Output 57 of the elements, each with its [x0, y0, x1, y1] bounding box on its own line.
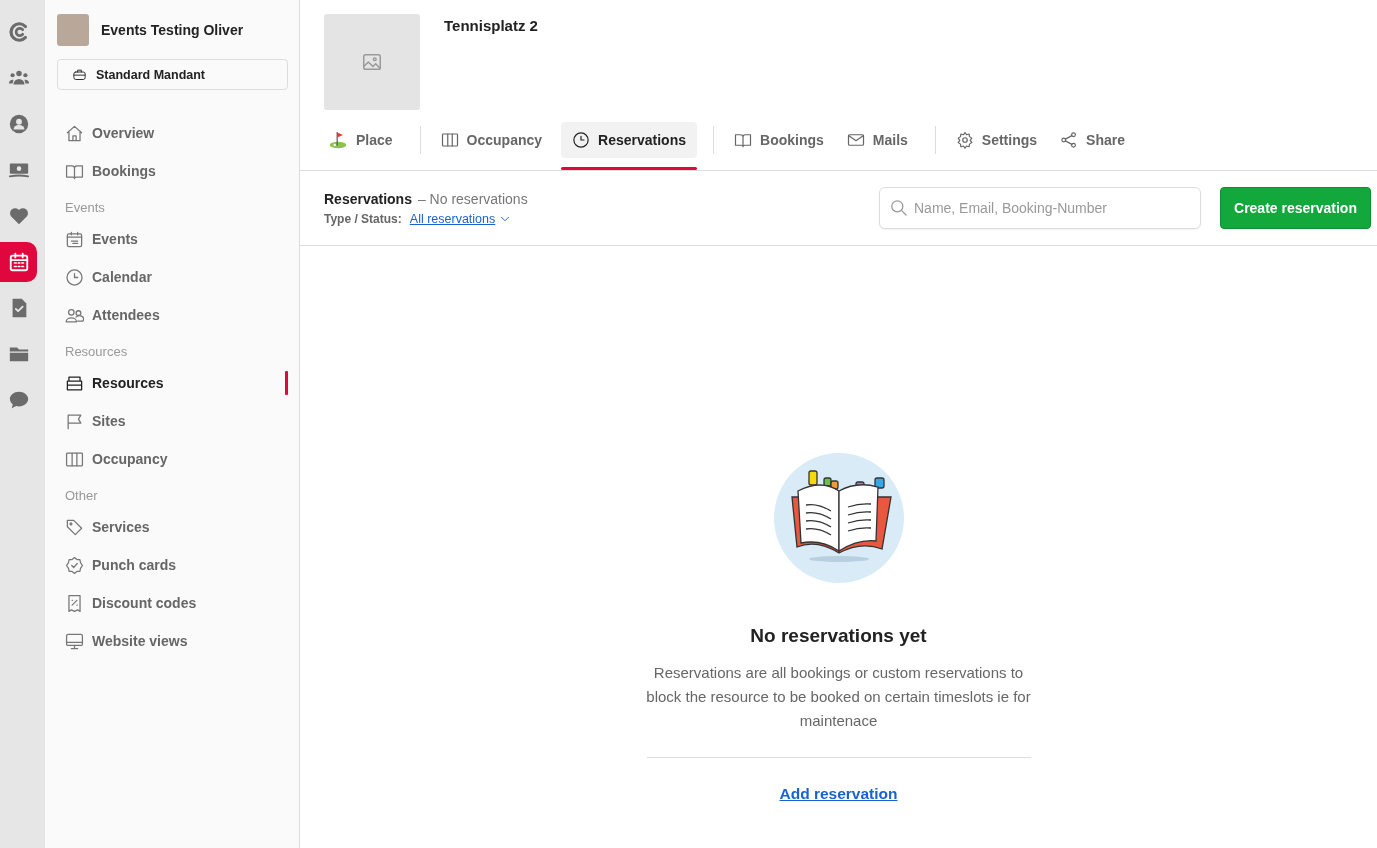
heart-icon	[7, 205, 30, 227]
tab[interactable]: Place	[324, 122, 404, 158]
search-icon	[889, 198, 908, 217]
sidebar-item[interactable]: Services	[57, 508, 288, 546]
tab[interactable]: Settings	[951, 122, 1049, 158]
sidebar-item[interactable]: Sites	[57, 402, 288, 440]
sidebar-item[interactable]: Attendees	[57, 296, 288, 334]
image-icon	[361, 51, 383, 73]
envelope-icon	[846, 131, 865, 149]
tag-icon	[65, 517, 84, 537]
list-heading: Reservations	[324, 190, 412, 207]
sidebar-item[interactable]: Discount codes	[57, 584, 288, 622]
section-label: Resources	[64, 343, 129, 361]
section-label: Other	[64, 487, 99, 505]
chat-icon	[7, 389, 30, 411]
receipt-percent-icon	[65, 593, 84, 613]
sidebar-item[interactable]: Resources	[57, 364, 288, 402]
golf-flag-icon	[328, 130, 348, 150]
sidebar-item[interactable]: Bookings	[57, 152, 288, 190]
logo-icon	[7, 21, 30, 43]
sidebar-item[interactable]: Calendar	[57, 258, 288, 296]
organization-name: Events Testing Oliver	[101, 21, 244, 38]
share-icon	[1060, 131, 1079, 149]
add-reservation-link[interactable]: Add reservation	[779, 785, 898, 803]
result-count: – No reservations	[417, 190, 528, 207]
tab[interactable]: Mails	[842, 122, 919, 158]
calendar-icon	[7, 251, 30, 273]
clock-icon	[572, 131, 591, 149]
user-icon	[7, 113, 30, 135]
sidebar-item[interactable]: Occupancy	[57, 440, 288, 478]
monitor-icon	[65, 631, 84, 651]
nav-rail-button[interactable]	[0, 242, 37, 282]
home-icon	[65, 123, 84, 143]
sidebar-item[interactable]: Overview	[57, 114, 288, 152]
filter-label: Type / Status:	[324, 211, 402, 226]
check-badge-icon	[65, 555, 84, 575]
avatar-photo-placeholder	[57, 13, 89, 46]
clock-icon	[65, 267, 84, 287]
resource-title: Tennisplatz 2	[444, 16, 538, 36]
briefcase-icon	[72, 67, 87, 82]
tab[interactable]: Occupancy	[436, 122, 554, 158]
sidebar-item[interactable]: Website views	[57, 622, 288, 660]
calendar-icon	[65, 229, 84, 249]
book-icon	[734, 131, 752, 149]
create-button[interactable]: Create reservation	[1220, 187, 1371, 229]
filter-dropdown[interactable]: All reservations	[409, 211, 513, 226]
search-field[interactable]: Name, Email, Booking-Number	[879, 187, 1201, 229]
tenant-button[interactable]: Standard Mandant	[57, 59, 288, 90]
sidebar-item[interactable]: Events	[57, 220, 288, 258]
section-label: Events	[64, 199, 106, 217]
tab[interactable]: Bookings	[730, 122, 835, 158]
tab[interactable]: Share	[1056, 122, 1136, 158]
empty-state-description: Reservations are all bookings or custom reservations to block the resource to be booked on certain timeslots ie for maintenace	[645, 663, 1032, 731]
empty-state-title: No reservations yet	[750, 625, 927, 647]
sidebar-item[interactable]: Punch cards	[57, 546, 288, 584]
columns-icon	[440, 131, 459, 149]
settings-icon	[955, 131, 974, 149]
